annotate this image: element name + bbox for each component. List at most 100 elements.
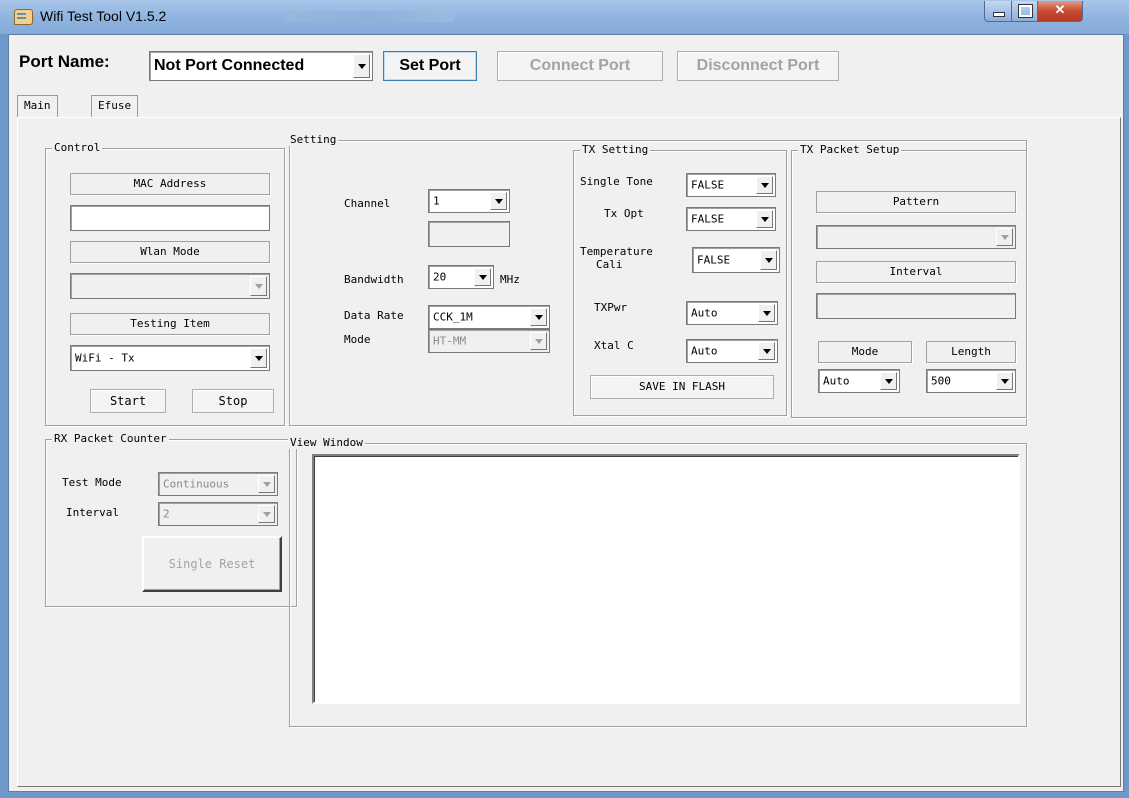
testing-item-label: Testing Item <box>70 313 270 335</box>
chevron-down-icon[interactable] <box>758 304 775 322</box>
bandwidth-select[interactable]: 20 <box>428 265 494 289</box>
disconnect-port-button[interactable]: Disconnect Port <box>677 51 839 81</box>
stop-button[interactable]: Stop <box>192 389 274 413</box>
maximize-icon <box>1018 4 1033 18</box>
tx-opt-label: Tx Opt <box>604 207 644 220</box>
chevron-down-icon[interactable] <box>258 505 275 523</box>
app-window: Wifi Test Tool V1.5.2 ✕ Port Name: Not P… <box>0 0 1129 798</box>
test-mode-label: Test Mode <box>62 476 122 489</box>
channel-freq-field <box>428 221 510 247</box>
single-tone-label: Single Tone <box>580 175 653 188</box>
rx-packet-counter-title: RX Packet Counter <box>52 432 169 445</box>
mac-address-field[interactable] <box>70 205 270 231</box>
channel-value: 1 <box>433 194 440 208</box>
test-mode-value: Continuous <box>163 477 230 491</box>
temperature-cali-value: FALSE <box>697 253 731 267</box>
temperature-cali-select[interactable]: FALSE <box>692 247 780 273</box>
chevron-down-icon[interactable] <box>756 176 773 194</box>
testing-item-select[interactable]: WiFi - Tx <box>70 345 270 371</box>
packet-mode-select[interactable]: Auto <box>818 369 900 393</box>
close-icon: ✕ <box>1054 2 1066 17</box>
data-rate-value: CCK_1M <box>433 310 473 324</box>
interval-field[interactable] <box>816 293 1016 319</box>
chevron-down-icon[interactable] <box>258 475 275 493</box>
packet-mode-label: Mode <box>818 341 912 363</box>
close-button[interactable]: ✕ <box>1037 1 1083 22</box>
port-select-value: Not Port Connected <box>154 57 305 74</box>
packet-length-value: 500 <box>931 374 951 388</box>
maximize-button[interactable] <box>1011 1 1038 22</box>
xtal-c-label: Xtal C <box>594 339 634 352</box>
interval-label: Interval <box>816 261 1016 283</box>
mode-select[interactable]: HT-MM <box>428 329 550 353</box>
tx-setting-group: TX Setting Single Tone FALSE Tx Opt FALS… <box>573 143 787 416</box>
setting-group-title: Setting <box>288 133 339 146</box>
chevron-down-icon[interactable] <box>474 268 491 286</box>
chevron-down-icon[interactable] <box>760 250 777 270</box>
chevron-down-icon[interactable] <box>530 332 547 350</box>
channel-select[interactable]: 1 <box>428 189 510 213</box>
wlan-mode-select[interactable] <box>70 273 270 299</box>
control-group-title: Control <box>52 141 103 154</box>
xtal-c-select[interactable]: Auto <box>686 339 778 363</box>
start-button[interactable]: Start <box>90 389 166 413</box>
chevron-down-icon[interactable] <box>353 54 370 78</box>
view-window-title: View Window <box>288 436 365 449</box>
rx-interval-select[interactable]: 2 <box>158 502 278 526</box>
temperature-label: Temperature <box>580 245 653 258</box>
minimize-button[interactable] <box>984 1 1012 22</box>
pattern-label: Pattern <box>816 191 1016 213</box>
txpwr-select[interactable]: Auto <box>686 301 778 325</box>
packet-length-select[interactable]: 500 <box>926 369 1016 393</box>
chevron-down-icon[interactable] <box>996 372 1013 390</box>
cali-label: Cali <box>596 258 623 271</box>
client-area: Port Name: Not Port Connected Set Port C… <box>8 34 1124 792</box>
mac-address-label: MAC Address <box>70 173 270 195</box>
chevron-down-icon[interactable] <box>756 210 773 228</box>
chevron-down-icon[interactable] <box>758 342 775 360</box>
window-title: Wifi Test Tool V1.5.2 <box>40 8 167 24</box>
title-bar[interactable]: Wifi Test Tool V1.5.2 ✕ <box>0 0 1129 34</box>
channel-label: Channel <box>344 197 391 210</box>
packet-length-label: Length <box>926 341 1016 363</box>
minimize-icon <box>993 12 1005 17</box>
testing-item-value: WiFi - Tx <box>75 351 135 365</box>
app-icon <box>14 9 33 25</box>
tx-packet-setup-title: TX Packet Setup <box>798 143 902 156</box>
rx-interval-value: 2 <box>163 507 170 521</box>
xtal-c-value: Auto <box>691 344 718 358</box>
packet-mode-value: Auto <box>823 374 850 388</box>
pattern-select[interactable] <box>816 225 1016 249</box>
save-in-flash-button[interactable]: SAVE IN FLASH <box>590 375 774 399</box>
chevron-down-icon[interactable] <box>996 228 1013 246</box>
view-window-log[interactable] <box>312 454 1020 704</box>
data-rate-select[interactable]: CCK_1M <box>428 305 550 329</box>
tab-main[interactable]: Main <box>17 95 58 118</box>
single-tone-select[interactable]: FALSE <box>686 173 776 197</box>
single-reset-button[interactable]: Single Reset <box>142 536 282 592</box>
chevron-down-icon[interactable] <box>250 276 267 296</box>
chevron-down-icon[interactable] <box>250 348 267 368</box>
port-select[interactable]: Not Port Connected <box>149 51 373 81</box>
chevron-down-icon[interactable] <box>880 372 897 390</box>
tx-setting-group-title: TX Setting <box>580 143 651 156</box>
test-mode-select[interactable]: Continuous <box>158 472 278 496</box>
bandwidth-unit: MHz <box>500 273 520 286</box>
tab-efuse[interactable]: Efuse <box>91 95 139 118</box>
tx-opt-select[interactable]: FALSE <box>686 207 776 231</box>
mode-value: HT-MM <box>433 334 467 348</box>
blurred-title-region <box>284 11 454 22</box>
tx-opt-value: FALSE <box>691 212 725 226</box>
txpwr-value: Auto <box>691 306 718 320</box>
connect-port-button[interactable]: Connect Port <box>497 51 663 81</box>
bandwidth-label: Bandwidth <box>344 273 404 286</box>
chevron-down-icon[interactable] <box>490 192 507 210</box>
port-name-label: Port Name: <box>19 52 110 71</box>
control-group: Control MAC Address Wlan Mode Testing It… <box>45 141 285 426</box>
tx-packet-setup-group: TX Packet Setup Pattern Interval Mode Le… <box>791 143 1027 418</box>
mode-label: Mode <box>344 333 371 346</box>
chevron-down-icon[interactable] <box>530 308 547 326</box>
wlan-mode-label: Wlan Mode <box>70 241 270 263</box>
view-window-group: View Window <box>288 436 1027 727</box>
set-port-button[interactable]: Set Port <box>383 51 477 81</box>
